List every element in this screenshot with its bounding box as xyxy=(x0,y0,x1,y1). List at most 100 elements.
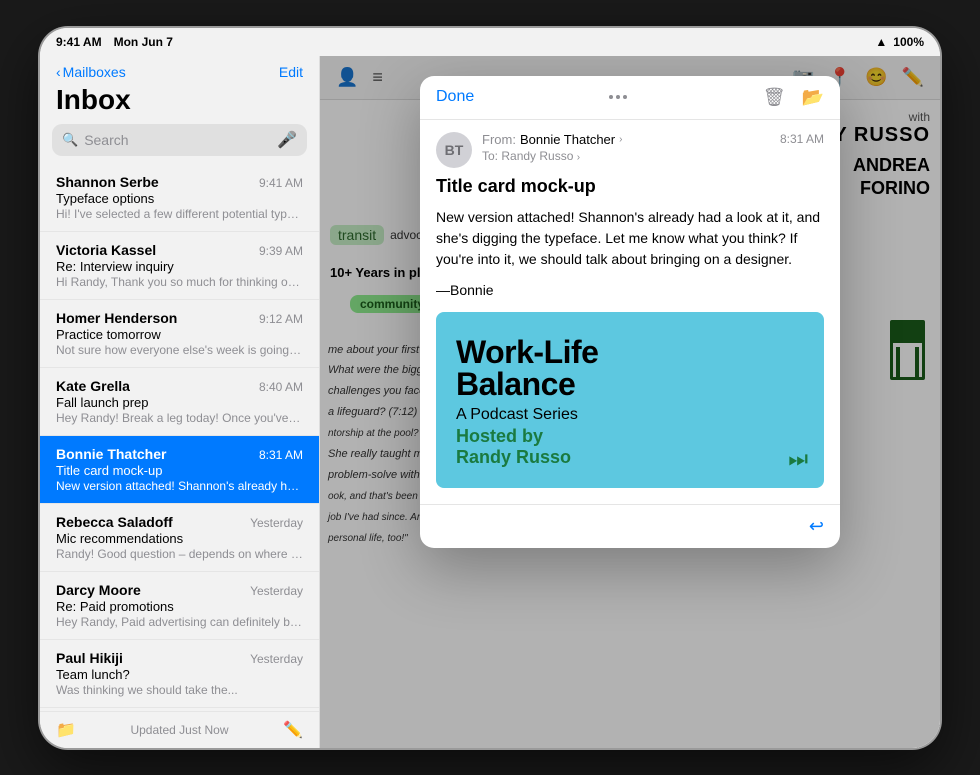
podcast-series: A Podcast Series xyxy=(456,406,804,424)
back-button[interactable]: ‹ Mailboxes xyxy=(56,64,126,80)
mail-time: 9:39 AM xyxy=(259,244,303,258)
ipad-screen: 9:41 AM Mon Jun 7 ▲ 100% ‹ Mailboxes Edi… xyxy=(40,28,940,748)
mail-item-7[interactable]: Paul Hikiji Yesterday Team lunch? Was th… xyxy=(40,640,319,708)
status-bar: 9:41 AM Mon Jun 7 ▲ 100% xyxy=(40,28,940,56)
mail-preview: Hi Randy, Thank you so much for thinking… xyxy=(56,275,303,289)
mail-time: Yesterday xyxy=(250,516,303,530)
mail-time: Yesterday xyxy=(250,652,303,666)
mail-preview: Hey Randy, Paid advertising can definite… xyxy=(56,615,303,629)
from-line: From: Bonnie Thatcher › xyxy=(482,132,770,147)
microphone-icon[interactable]: 🎤 xyxy=(277,130,297,150)
edit-button[interactable]: Edit xyxy=(279,64,303,80)
email-subject: Title card mock-up xyxy=(436,176,824,197)
mail-sender: Kate Grella xyxy=(56,378,130,394)
mail-item-4[interactable]: Bonnie Thatcher 8:31 AM Title card mock-… xyxy=(40,436,319,504)
mail-item-0[interactable]: Shannon Serbe 9:41 AM Typeface options H… xyxy=(40,164,319,232)
folder-move-icon[interactable]: 📂 xyxy=(802,87,824,108)
dot2 xyxy=(616,95,620,99)
email-body-container: Title card mock-up New version attached!… xyxy=(420,176,840,504)
update-status: Updated Just Now xyxy=(130,723,228,737)
email-modal: Done 🗑 📂 xyxy=(420,76,840,548)
status-bar-right: ▲ 100% xyxy=(875,35,924,49)
wifi-icon: ▲ xyxy=(875,35,887,49)
battery-status: 100% xyxy=(893,35,924,49)
email-body-text: New version attached! Shannon's already … xyxy=(436,207,824,270)
mail-preview: Hey Randy! Break a leg today! Once you'v… xyxy=(56,411,303,425)
mail-footer: 📁 Updated Just Now ✏️ xyxy=(40,711,319,748)
mail-item-1[interactable]: Victoria Kassel 9:39 AM Re: Interview in… xyxy=(40,232,319,300)
more-options-button[interactable] xyxy=(609,95,627,99)
mail-preview: New version attached! Shannon's already … xyxy=(56,479,303,493)
search-icon: 🔍 xyxy=(62,132,78,148)
mail-list: Shannon Serbe 9:41 AM Typeface options H… xyxy=(40,164,319,711)
chevron-left-icon: ‹ xyxy=(56,64,61,80)
done-button[interactable]: Done xyxy=(436,88,474,106)
mail-subject: Typeface options xyxy=(56,191,303,206)
to-name[interactable]: Randy Russo xyxy=(501,149,573,163)
inbox-title: Inbox xyxy=(40,84,319,124)
mail-item-2[interactable]: Homer Henderson 9:12 AM Practice tomorro… xyxy=(40,300,319,368)
mail-time: 8:31 AM xyxy=(259,448,303,462)
mail-subject: Title card mock-up xyxy=(56,463,303,478)
email-time: 8:31 AM xyxy=(780,132,824,146)
mail-subject: Re: Paid promotions xyxy=(56,599,303,614)
mail-item-3[interactable]: Kate Grella 8:40 AM Fall launch prep Hey… xyxy=(40,368,319,436)
status-bar-left: 9:41 AM Mon Jun 7 xyxy=(56,35,173,49)
reply-icon[interactable]: ↩ xyxy=(809,516,824,537)
mailboxes-link[interactable]: Mailboxes xyxy=(63,64,126,80)
modal-footer: ↩ xyxy=(420,504,840,548)
mail-subject: Mic recommendations xyxy=(56,531,303,546)
podcast-play-button[interactable]: ⏭ xyxy=(788,446,808,472)
folder-icon: 📁 xyxy=(56,720,76,740)
status-time: 9:41 AM xyxy=(56,35,102,49)
dot3 xyxy=(623,95,627,99)
to-line: To: Randy Russo › xyxy=(482,149,770,163)
status-date: Mon Jun 7 xyxy=(114,35,173,49)
mail-sender: Shannon Serbe xyxy=(56,174,159,190)
mail-preview: Was thinking we should take the... xyxy=(56,683,303,697)
modal-toolbar: Done 🗑 📂 xyxy=(420,76,840,120)
from-chevron-icon: › xyxy=(619,134,622,145)
sender-avatar: BT xyxy=(436,132,472,168)
podcast-title-line2: Balance xyxy=(456,368,804,400)
mail-time: 8:40 AM xyxy=(259,380,303,394)
mail-sender: Homer Henderson xyxy=(56,310,177,326)
mail-sender: Bonnie Thatcher xyxy=(56,446,166,462)
mail-time: 9:41 AM xyxy=(259,176,303,190)
mail-subject: Fall launch prep xyxy=(56,395,303,410)
mail-sender: Darcy Moore xyxy=(56,582,141,598)
mail-sender: Rebecca Saladoff xyxy=(56,514,173,530)
mail-item-5[interactable]: Rebecca Saladoff Yesterday Mic recommend… xyxy=(40,504,319,572)
mail-item-6[interactable]: Darcy Moore Yesterday Re: Paid promotion… xyxy=(40,572,319,640)
compose-icon[interactable]: ✏️ xyxy=(283,720,303,740)
to-chevron-icon: › xyxy=(577,152,580,163)
from-label: From: xyxy=(482,132,516,147)
mail-nav: ‹ Mailboxes Edit xyxy=(40,56,319,84)
modal-overlay: Done 🗑 📂 xyxy=(320,56,940,748)
from-name[interactable]: Bonnie Thatcher xyxy=(520,132,615,147)
mail-sender: Paul Hikiji xyxy=(56,650,123,666)
search-placeholder: Search xyxy=(84,132,128,148)
search-bar[interactable]: 🔍 Search 🎤 xyxy=(52,124,307,156)
modal-actions: 🗑 📂 xyxy=(763,87,824,108)
app-area: ‹ Mailboxes Edit Inbox 🔍 Search 🎤 Shanno… xyxy=(40,56,940,748)
mail-subject: Team lunch? xyxy=(56,667,303,682)
mail-preview: Not sure how everyone else's week is goi… xyxy=(56,343,303,357)
dot1 xyxy=(609,95,613,99)
podcast-title-line1: Work-Life xyxy=(456,336,804,368)
mail-preview: Hi! I've selected a few different potent… xyxy=(56,207,303,221)
mail-time: 9:12 AM xyxy=(259,312,303,326)
ipad-frame: 9:41 AM Mon Jun 7 ▲ 100% ‹ Mailboxes Edi… xyxy=(40,28,940,748)
notes-panel: 👤 ≡ 📷 📍 😊 ✏️ with RA xyxy=(320,56,940,748)
from-details: From: Bonnie Thatcher › To: Randy Russo … xyxy=(482,132,770,163)
to-label: To: xyxy=(482,149,498,163)
unread-dot xyxy=(46,465,54,473)
mail-time: Yesterday xyxy=(250,584,303,598)
email-signature: —Bonnie xyxy=(436,282,824,298)
from-row: BT From: Bonnie Thatcher › To: Randy Rus… xyxy=(420,120,840,176)
podcast-card: Work-Life Balance A Podcast Series Hoste… xyxy=(436,312,824,488)
trash-icon[interactable]: 🗑 xyxy=(763,87,786,108)
mail-preview: Randy! Good question – depends on where … xyxy=(56,547,303,561)
mail-subject: Practice tomorrow xyxy=(56,327,303,342)
mail-subject: Re: Interview inquiry xyxy=(56,259,303,274)
